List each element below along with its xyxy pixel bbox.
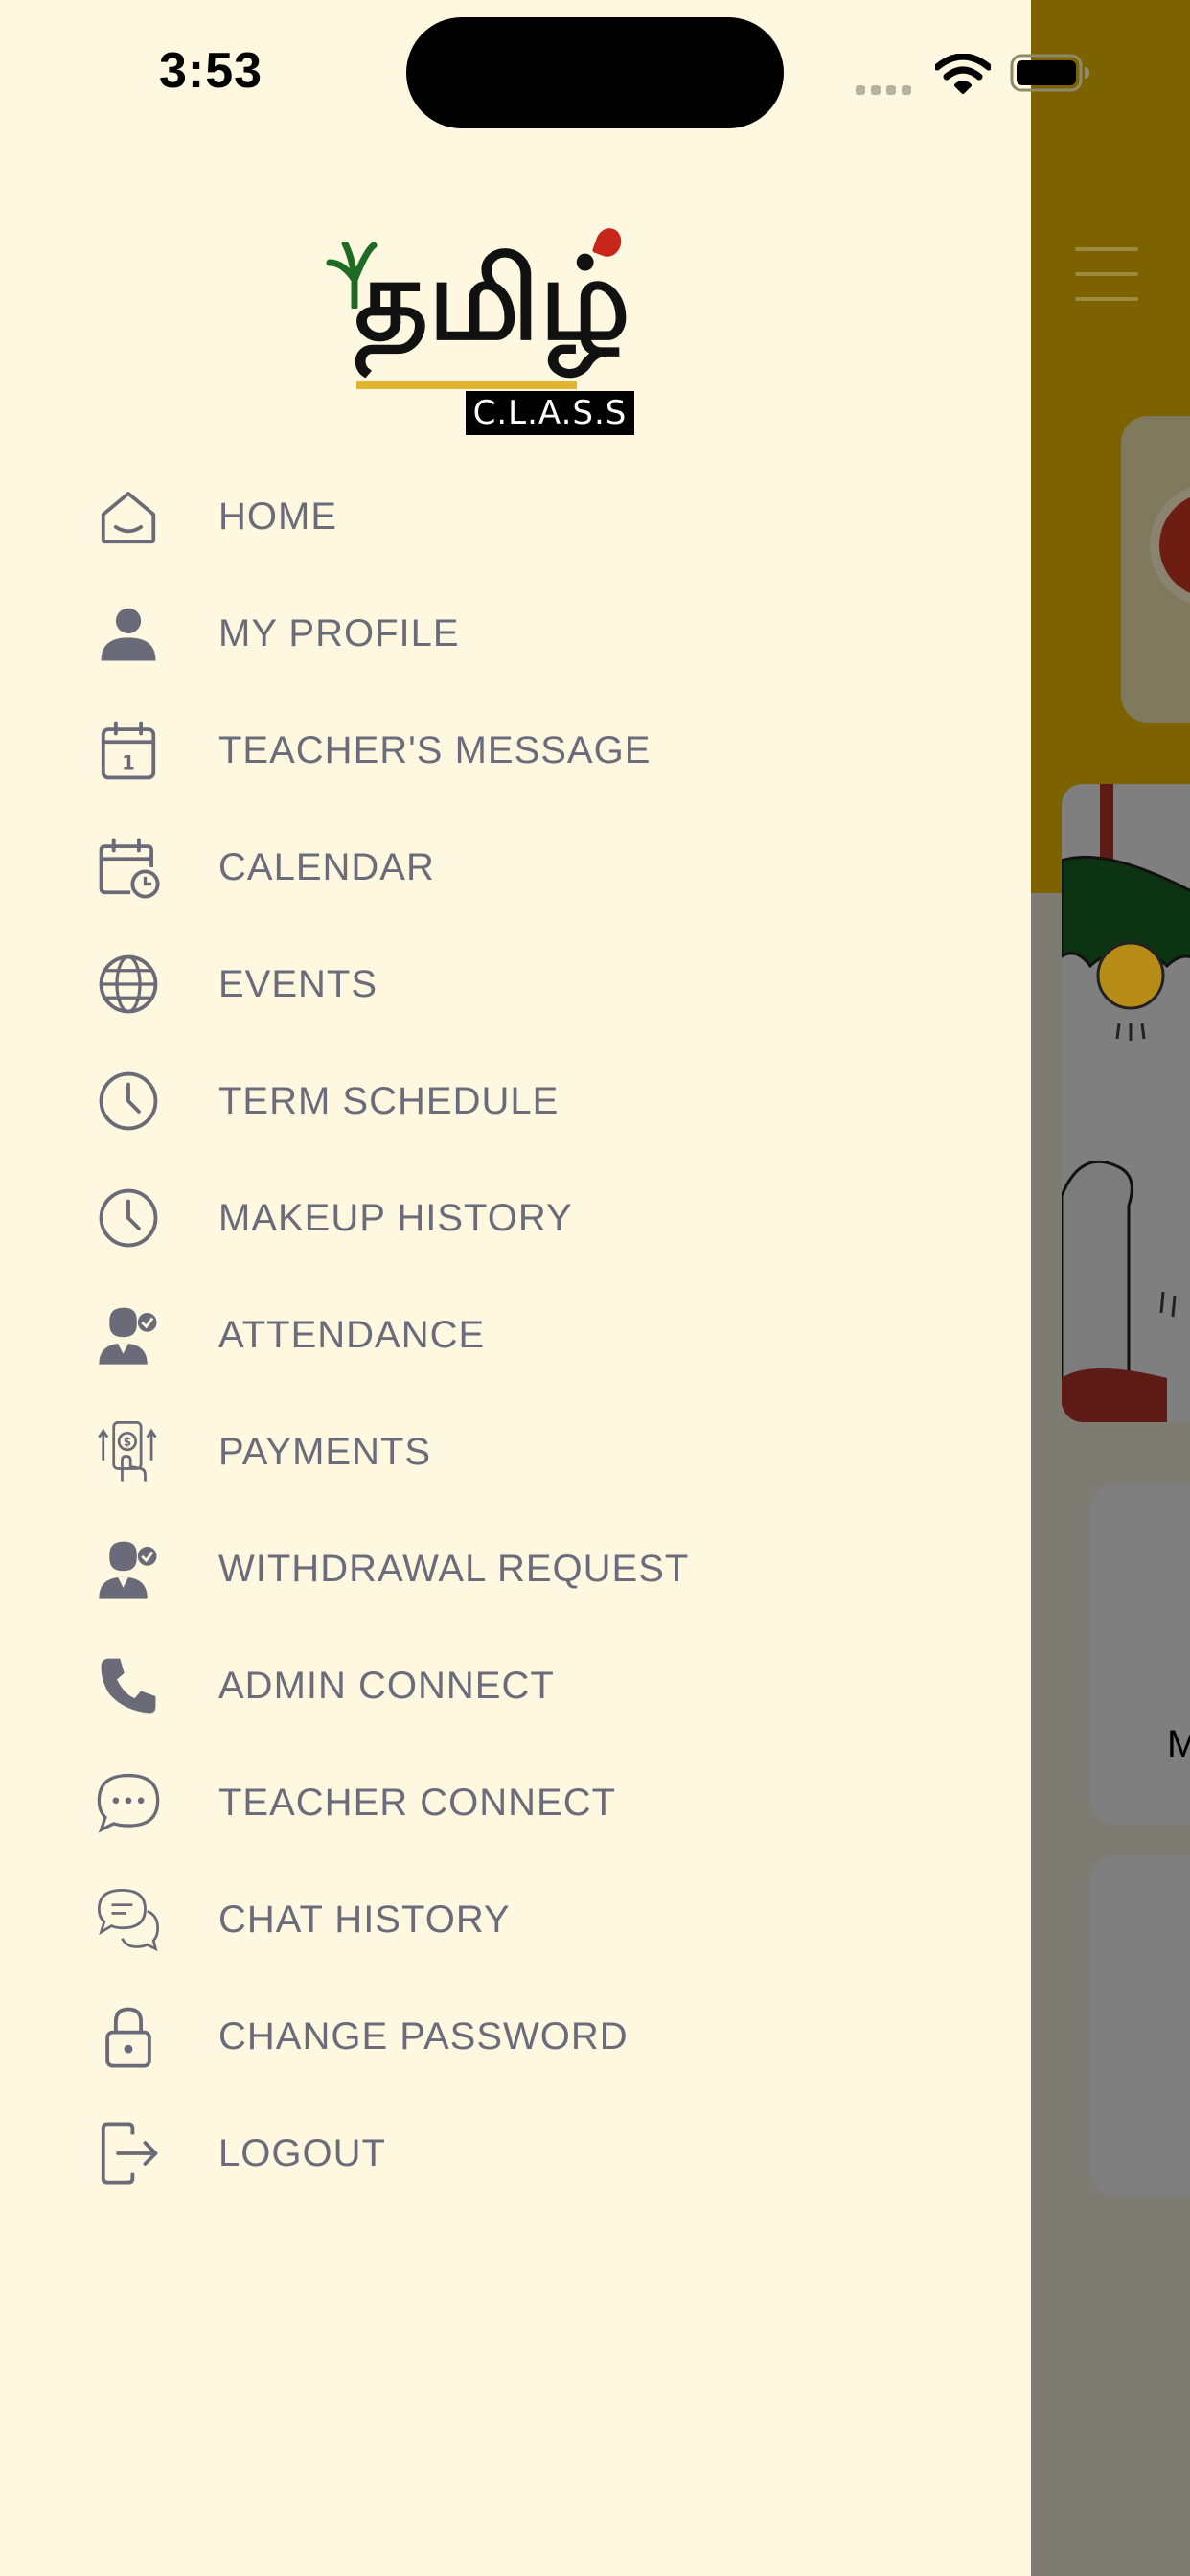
chat-history-icon [90, 1889, 167, 1952]
logo-underline [356, 381, 577, 389]
background-card: M [1090, 1484, 1190, 1825]
menu-item-label: TERM SCHEDULE [218, 1079, 560, 1122]
menu-item-label: MAKEUP HISTORY [218, 1196, 573, 1239]
background-banner-illustration [1062, 784, 1190, 1422]
background-card [1090, 1855, 1190, 2196]
menu-item-home[interactable]: HOME [0, 458, 1031, 575]
menu-item-calendar[interactable]: CALENDAR [0, 809, 1031, 926]
menu-item-chat-history[interactable]: CHAT HISTORY [0, 1861, 1031, 1978]
menu-item-my-profile[interactable]: MY PROFILE [0, 575, 1031, 692]
background-profile-card [1121, 416, 1190, 723]
logout-icon [90, 2122, 167, 2185]
menu-item-label: CHAT HISTORY [218, 1898, 511, 1941]
navigation-drawer: தமிழ் C.L.A.S.S HOME MY PROFILE 1 TEACHE… [0, 0, 1031, 2576]
menu-item-payments[interactable]: $ PAYMENTS [0, 1393, 1031, 1510]
menu-item-term-schedule[interactable]: TERM SCHEDULE [0, 1043, 1031, 1160]
globe-icon [90, 954, 167, 1015]
calendar-day-icon: 1 [90, 720, 167, 781]
menu-item-label: HOME [218, 494, 337, 538]
menu-item-label: TEACHER'S MESSAGE [218, 728, 652, 771]
user-check-icon [90, 1538, 167, 1599]
mobile-payment-icon: $ [90, 1421, 167, 1483]
person-icon [90, 603, 167, 664]
svg-text:$: $ [124, 1435, 131, 1448]
menu-item-label: ATTENDANCE [218, 1313, 486, 1356]
drawer-menu: HOME MY PROFILE 1 TEACHER'S MESSAGE CALE… [0, 458, 1031, 2212]
dynamic-island [406, 17, 784, 128]
cellular-signal-icon [856, 82, 917, 100]
clock-icon [90, 1187, 167, 1249]
menu-item-attendance[interactable]: ATTENDANCE [0, 1276, 1031, 1393]
menu-item-label: ADMIN CONNECT [218, 1664, 555, 1707]
home-icon [90, 486, 167, 547]
menu-item-label: PAYMENTS [218, 1430, 432, 1473]
clock-icon [90, 1070, 167, 1132]
menu-item-label: CHANGE PASSWORD [218, 2014, 629, 2058]
menu-item-withdrawal-request[interactable]: WITHDRAWAL REQUEST [0, 1510, 1031, 1627]
menu-item-makeup-history[interactable]: MAKEUP HISTORY [0, 1160, 1031, 1276]
menu-item-admin-connect[interactable]: ADMIN CONNECT [0, 1627, 1031, 1744]
battery-icon [1010, 54, 1089, 92]
menu-item-label: WITHDRAWAL REQUEST [218, 1547, 690, 1590]
logo-script-text: தமிழ் [355, 232, 630, 365]
menu-item-teacher-connect[interactable]: TEACHER CONNECT [0, 1744, 1031, 1861]
hamburger-menu-icon[interactable] [1075, 247, 1138, 301]
user-check-icon [90, 1304, 167, 1366]
status-bar: 3:53 [0, 0, 1190, 144]
menu-item-label: MY PROFILE [218, 611, 460, 655]
calendar-clock-icon [90, 837, 167, 899]
logo-badge: C.L.A.S.S [466, 391, 634, 435]
status-time: 3:53 [159, 43, 263, 99]
menu-item-label: EVENTS [218, 962, 378, 1005]
menu-item-label: LOGOUT [218, 2131, 386, 2174]
menu-item-logout[interactable]: LOGOUT [0, 2095, 1031, 2212]
avatar [1150, 483, 1190, 608]
chat-bubble-icon [90, 1772, 167, 1833]
phone-icon [90, 1655, 167, 1716]
menu-item-change-password[interactable]: CHANGE PASSWORD [0, 1978, 1031, 2095]
menu-item-label: TEACHER CONNECT [218, 1781, 617, 1824]
svg-text:1: 1 [122, 752, 135, 774]
menu-item-events[interactable]: EVENTS [0, 926, 1031, 1043]
menu-item-teachers-message[interactable]: 1 TEACHER'S MESSAGE [0, 692, 1031, 809]
lock-icon [90, 2006, 167, 2068]
menu-item-label: CALENDAR [218, 845, 435, 888]
app-logo: தமிழ் C.L.A.S.S [326, 222, 657, 439]
wifi-icon [935, 54, 991, 94]
card-partial-text: M [1167, 1723, 1190, 1765]
